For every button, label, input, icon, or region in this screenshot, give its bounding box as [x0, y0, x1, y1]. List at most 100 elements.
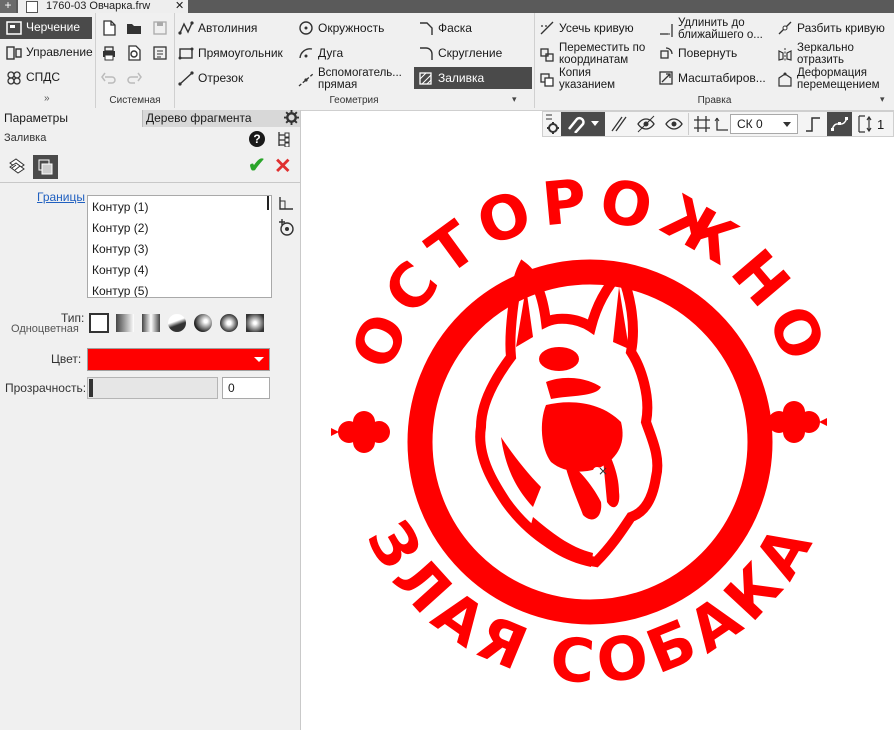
fill-type-bilinear[interactable] [142, 314, 160, 332]
chamfer-button[interactable]: Фаска [418, 17, 472, 39]
right-ornament [768, 401, 827, 443]
list-item[interactable]: Контур (1) [88, 196, 271, 217]
auxiliary-line-button[interactable]: Вспомогатель... прямая [298, 67, 410, 93]
fillet-label: Скругление [438, 46, 503, 60]
settings-gear-icon[interactable] [544, 113, 562, 135]
coordinate-system-select[interactable]: СК 0 [730, 114, 798, 134]
autoline-button[interactable]: Автолиния [178, 17, 257, 39]
dimension-icon[interactable] [856, 114, 874, 134]
rectangle-label: Прямоугольник [198, 46, 283, 60]
deform-button[interactable]: Деформация перемещением [777, 67, 892, 93]
transparency-input[interactable]: 0 [222, 377, 270, 399]
copy-label-2: указанием [559, 79, 616, 91]
new-file-icon[interactable] [100, 19, 118, 37]
control-mode-icon [6, 46, 22, 60]
coordinate-system-icon[interactable] [714, 114, 730, 134]
arc-button[interactable]: Дуга [298, 42, 343, 64]
dog-emblem[interactable]: ОСТОРОЖНО ЗЛАЯ СОБАКА × [331, 166, 842, 699]
auxiliary-line-label-2: прямая [318, 79, 358, 91]
eye-icon[interactable] [664, 114, 684, 134]
gear-icon[interactable] [284, 110, 299, 125]
deform-label-2: перемещением [797, 79, 880, 91]
new-tab-button[interactable]: + [0, 0, 16, 13]
close-tab-icon[interactable]: ✕ [175, 0, 184, 12]
undo-icon[interactable] [100, 69, 118, 87]
circle-label: Окружность [318, 21, 385, 35]
redo-icon[interactable] [125, 69, 143, 87]
fill-mode-button[interactable] [33, 155, 58, 179]
transparency-slider[interactable] [87, 377, 218, 399]
view-eye-icon[interactable] [636, 114, 656, 134]
rectangle-button[interactable]: Прямоугольник [178, 42, 283, 64]
split-curve-label: Разбить кривую [797, 21, 885, 35]
document-icon [26, 1, 38, 13]
fill-type-radial[interactable] [220, 314, 238, 332]
slider-thumb[interactable] [89, 379, 93, 397]
curve-nodes-icon [831, 117, 848, 131]
edit-expand-icon[interactable]: ▾ [880, 94, 885, 105]
move-by-coords-button[interactable]: Переместить по координатам [539, 42, 657, 68]
arc-label: Дуга [318, 46, 344, 60]
list-item[interactable]: Контур (3) [88, 238, 271, 259]
color-select[interactable] [87, 348, 270, 371]
properties-icon[interactable] [151, 44, 169, 62]
list-item[interactable]: Контур (5) [88, 280, 271, 297]
parallel-lines-icon[interactable] [609, 114, 629, 134]
ortho-mode-icon[interactable] [803, 114, 823, 134]
contour-list[interactable]: Контур (1) Контур (2) Контур (3) Контур … [87, 195, 272, 298]
fill-type-square[interactable] [246, 314, 264, 332]
scale-button[interactable]: Масштабиров... [658, 67, 766, 89]
copy-icon [540, 73, 554, 87]
extend-button[interactable]: Удлинить до ближайшего о... [658, 17, 770, 43]
segment-button[interactable]: Отрезок [178, 67, 243, 89]
list-item[interactable]: Контур (4) [88, 259, 271, 280]
circle-button[interactable]: Окружность [298, 17, 384, 39]
fill-label: Заливка [438, 71, 485, 85]
geometry-expand-icon[interactable]: ▾ [512, 94, 517, 105]
tree-structure-icon[interactable] [276, 131, 290, 147]
tab-parameters[interactable]: Параметры [0, 110, 142, 127]
panel-section-title: Заливка [4, 132, 47, 144]
pick-point-icon[interactable] [277, 219, 295, 237]
fill-button[interactable]: Заливка [414, 67, 532, 89]
grid-icon[interactable] [692, 114, 712, 134]
mirror-icon [778, 48, 792, 62]
mode-spds[interactable]: СПДС [0, 67, 92, 89]
corner-select-icon[interactable] [277, 195, 295, 211]
confirm-icon[interactable]: ✔ [248, 153, 266, 178]
copy-by-pointing-button[interactable]: Копия указанием [539, 67, 657, 93]
deform-label-1: Деформация [797, 67, 867, 79]
mirror-button[interactable]: Зеркально отразить [777, 42, 892, 68]
drawing-canvas[interactable]: ОСТОРОЖНО ЗЛАЯ СОБАКА × [301, 137, 894, 730]
hatch-icon[interactable] [7, 156, 27, 176]
help-icon[interactable]: ? [249, 131, 265, 147]
preview-icon[interactable] [125, 44, 143, 62]
fill-type-solid[interactable] [89, 313, 109, 333]
split-curve-button[interactable]: Разбить кривую [777, 17, 885, 39]
fillet-button[interactable]: Скругление [418, 42, 502, 64]
snap-mode-button[interactable] [561, 112, 605, 136]
trim-curve-button[interactable]: Усечь кривую [539, 17, 634, 39]
segment-icon [178, 71, 194, 86]
ribbon-collapse-icon[interactable]: » [44, 93, 50, 104]
mode-drawing[interactable]: Черчение [0, 17, 92, 39]
bounds-link[interactable]: Границы [37, 190, 85, 204]
chevron-down-icon [783, 122, 791, 127]
fill-type-spherical[interactable] [194, 314, 212, 332]
rectangle-icon [178, 47, 194, 60]
mode-control[interactable]: Управление [0, 42, 93, 64]
transparency-label: Прозрачность: [5, 381, 87, 395]
list-item[interactable]: Контур (2) [88, 217, 271, 238]
cancel-icon[interactable]: ✕ [274, 154, 292, 179]
document-tab[interactable]: 1760-03 Овчарка.frw ✕ [18, 0, 188, 13]
coordinate-system-value: СК 0 [737, 117, 763, 131]
print-icon[interactable] [100, 44, 118, 62]
curve-edit-button[interactable] [827, 112, 852, 136]
fill-type-linear[interactable] [116, 314, 134, 332]
open-folder-icon[interactable] [125, 19, 143, 37]
save-icon[interactable] [151, 19, 169, 37]
trim-curve-label: Усечь кривую [559, 21, 634, 35]
tab-fragment-tree[interactable]: Дерево фрагмента [142, 110, 300, 127]
fill-type-conic[interactable] [168, 314, 186, 332]
rotate-button[interactable]: Повернуть [658, 42, 737, 64]
